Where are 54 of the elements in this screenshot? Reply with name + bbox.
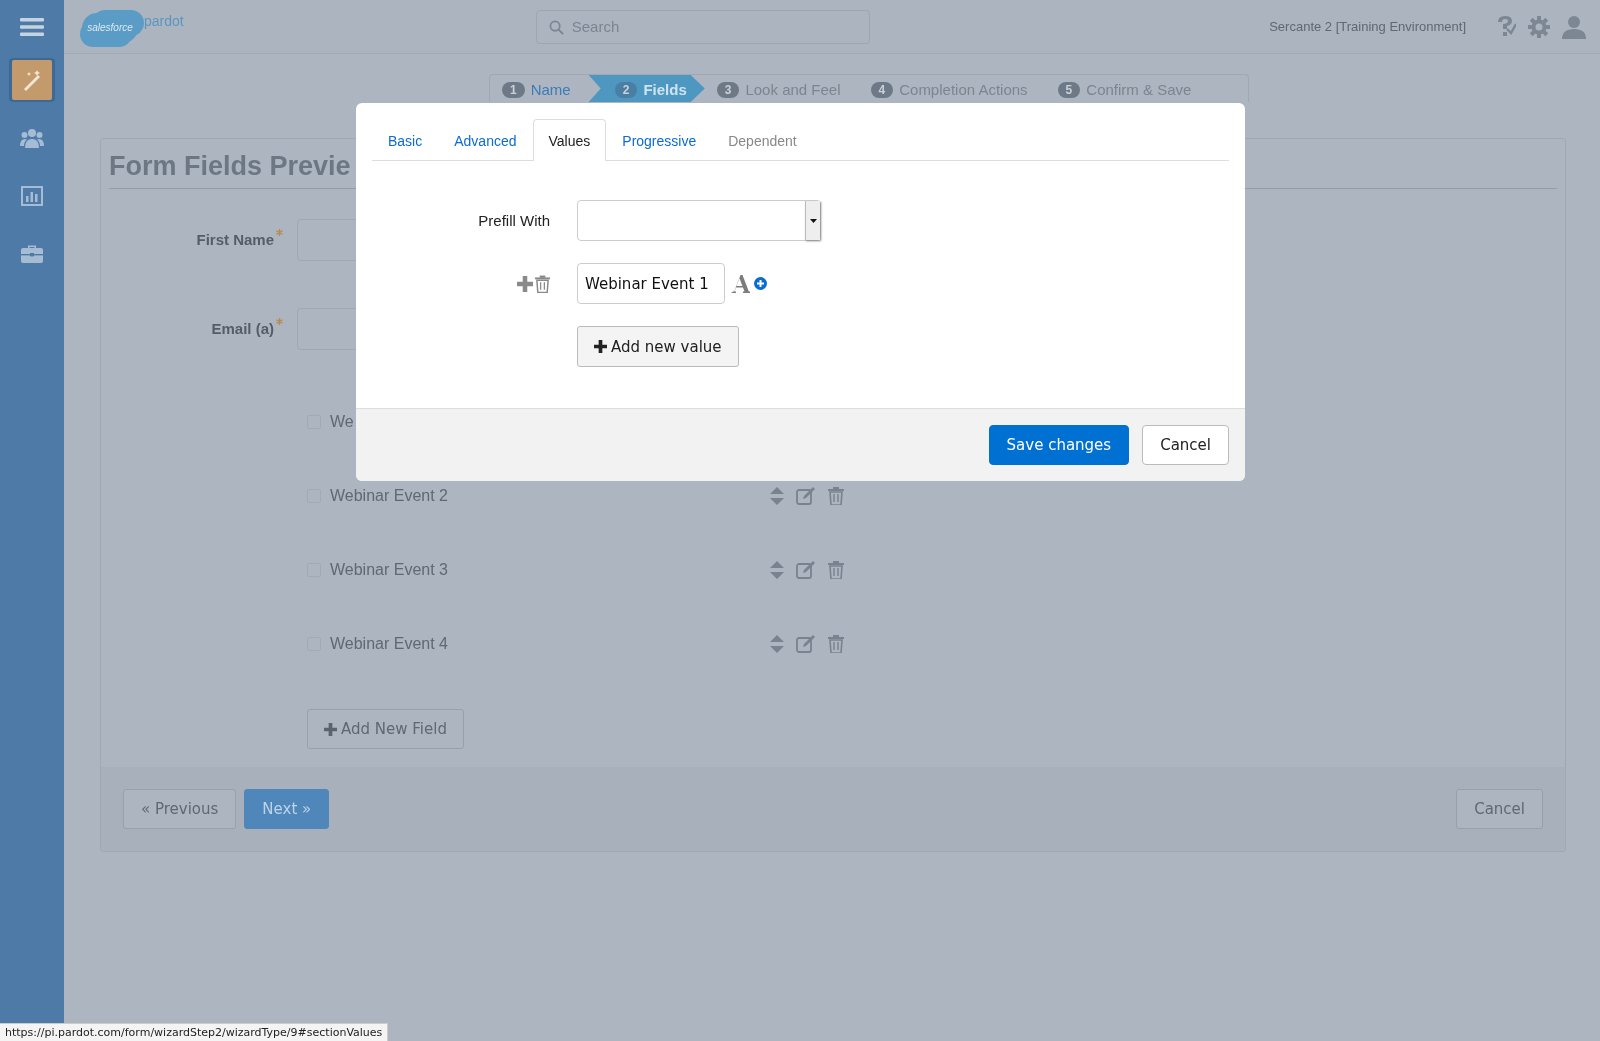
value-input[interactable]: Webinar Event 1 [577, 263, 725, 304]
plus-icon [594, 340, 607, 353]
wizard-step[interactable]: 2 Fields [588, 75, 705, 102]
prefill-dropdown[interactable] [577, 200, 821, 241]
step-label: Name [530, 81, 571, 98]
plus-icon[interactable] [517, 275, 533, 292]
font-icon[interactable] [731, 274, 750, 293]
trash-icon[interactable] [828, 487, 844, 505]
bar-chart-icon [21, 186, 43, 206]
edit-icon[interactable] [796, 487, 816, 505]
trash-icon[interactable] [828, 635, 844, 653]
step-number: 5 [1057, 81, 1081, 98]
sidebar-item[interactable] [9, 58, 55, 102]
checkbox-label: Webinar Event 4 [330, 635, 449, 653]
product-name: pardot [144, 12, 184, 29]
add-new-value-button[interactable]: Add new value [577, 326, 739, 367]
plus-icon [324, 722, 337, 736]
checkbox-label: Webinar Event 2 [330, 487, 449, 505]
add-circle-icon[interactable] [754, 277, 767, 290]
caret-icon [809, 218, 817, 223]
settings-icon[interactable] [1528, 15, 1550, 38]
edit-icon[interactable] [796, 561, 816, 579]
step-label: Fields [643, 81, 687, 98]
wizard-step[interactable]: 1 Name [490, 75, 589, 102]
save-changes-button[interactable]: Save changes [988, 425, 1130, 465]
checkbox-label: We [330, 413, 355, 431]
prefill-label: Prefill With [477, 212, 551, 229]
previous-button[interactable]: « Previous [123, 789, 237, 829]
step-number: 2 [614, 81, 638, 98]
sort-icon[interactable] [770, 561, 784, 579]
cancel-button[interactable]: Cancel [1142, 425, 1229, 465]
briefcase-icon [21, 244, 43, 264]
user-icon[interactable] [1562, 14, 1586, 39]
add-new-field-button[interactable]: Add New Field [307, 709, 464, 749]
menu-icon [20, 17, 44, 37]
step-number: 3 [716, 81, 740, 98]
step-number: 4 [870, 81, 894, 98]
edit-icon[interactable] [796, 635, 816, 653]
magic-wand-icon [12, 60, 52, 100]
trash-icon[interactable] [535, 274, 550, 293]
account-name[interactable]: Sercante 2 [Training Environment] [1269, 19, 1466, 34]
sort-icon[interactable] [770, 487, 784, 505]
tab[interactable]: Values [532, 119, 607, 161]
sort-icon[interactable] [770, 635, 784, 653]
step-number: 1 [502, 81, 525, 98]
trash-icon[interactable] [828, 561, 844, 579]
field-label: Email (a) [211, 320, 274, 337]
next-button[interactable]: Next » [244, 789, 330, 829]
checkbox-label: Webinar Event 3 [330, 561, 449, 579]
people-icon [20, 128, 44, 148]
cancel-button[interactable]: Cancel [1456, 789, 1543, 829]
search-icon [548, 19, 564, 35]
status-bar-url: https://pi.pardot.com/form/wizardStep2/wizardType/9#sectionValues [0, 1023, 389, 1041]
field-label: First Name [196, 231, 274, 248]
